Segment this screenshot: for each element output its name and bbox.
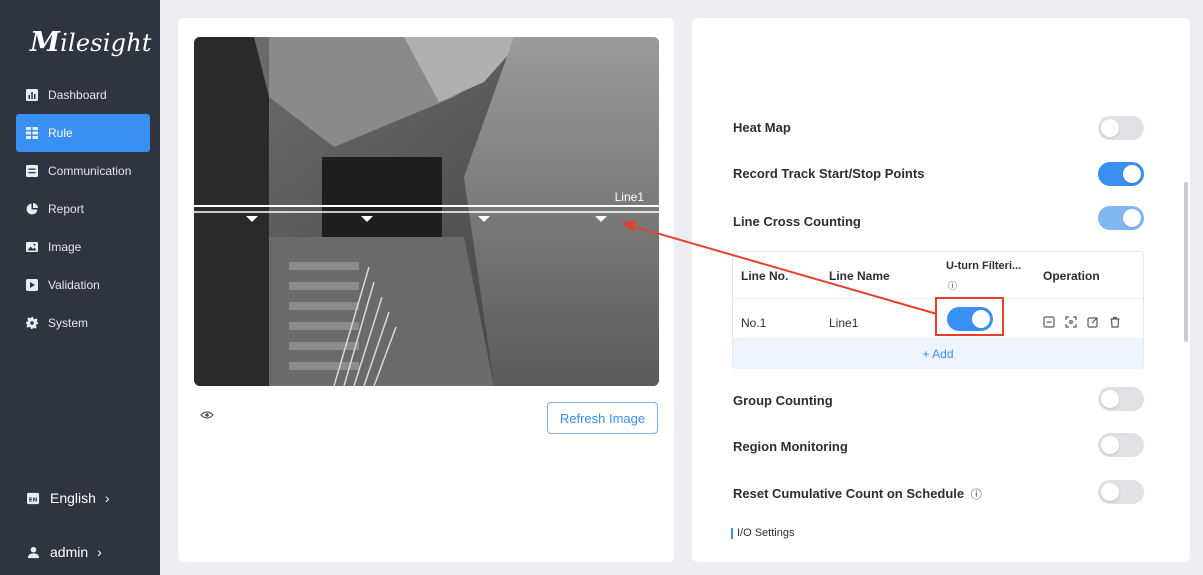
col-header-operation: Operation (1043, 269, 1100, 283)
camera-preview[interactable]: Line1 (194, 37, 659, 386)
settings-scrollbar[interactable] (1184, 182, 1188, 342)
io-settings-label: I/O Settings (737, 527, 795, 539)
user-label: admin (50, 544, 89, 560)
camera-image: Line1 (194, 37, 659, 386)
reset-cumulative-label: Reset Cumulative Count on Schedule ⓘ (733, 486, 982, 502)
sidebar-item-label: Validation (48, 278, 100, 292)
sidebar-item-rule[interactable]: Rule (16, 114, 150, 152)
region-monitoring-toggle[interactable] (1098, 433, 1144, 457)
sidebar-item-label: Rule (48, 126, 73, 140)
info-icon: ⓘ (970, 489, 982, 501)
sidebar-item-communication[interactable]: Communication (16, 152, 150, 190)
language-label: English (50, 490, 96, 506)
toggle-knob (1123, 209, 1141, 227)
validation-icon (26, 279, 38, 291)
line-overlay-label: Line1 (615, 190, 645, 204)
add-line-button[interactable]: + Add (733, 338, 1143, 369)
sidebar-item-label: Image (48, 240, 82, 254)
toggle-knob (1101, 390, 1119, 408)
image-icon (26, 241, 38, 253)
brand-logo: Milesight (30, 27, 152, 58)
group-counting-toggle[interactable] (1098, 387, 1144, 411)
refresh-image-button[interactable]: Refresh Image (547, 402, 658, 434)
svg-text:EN: EN (28, 497, 37, 503)
sidebar-item-image[interactable]: Image (16, 228, 150, 266)
language-icon: EN (26, 491, 40, 505)
heat-map-label: Heat Map (733, 120, 791, 135)
collapse-icon[interactable] (1043, 316, 1055, 328)
reset-cumulative-text: Reset Cumulative Count on Schedule (733, 486, 965, 501)
section-marker (731, 527, 733, 539)
cell-line-no: No.1 (741, 316, 767, 330)
communication-icon (26, 165, 38, 177)
dashboard-icon (26, 89, 38, 101)
delete-icon[interactable] (1109, 316, 1121, 328)
report-icon (26, 203, 38, 215)
toggle-knob (1123, 165, 1141, 183)
user-menu[interactable]: admin › (26, 544, 102, 560)
record-track-label: Record Track Start/Stop Points (733, 166, 925, 181)
line-cross-toggle[interactable] (1098, 206, 1144, 230)
heat-map-toggle[interactable] (1098, 116, 1144, 140)
io-settings-heading: I/O Settings (731, 527, 794, 539)
sidebar-item-system[interactable]: System (16, 304, 150, 342)
sidebar-nav: Dashboard Rule Communication Report Imag… (16, 76, 150, 342)
row-operations (1043, 316, 1121, 328)
toggle-knob (1101, 436, 1119, 454)
highlight-box (935, 297, 1004, 336)
group-counting-label: Group Counting (733, 393, 833, 408)
toggle-knob (1101, 483, 1119, 501)
col-header-uturn: U-turn Filteri... (946, 260, 1022, 272)
rule-icon (26, 127, 38, 139)
edit-icon[interactable] (1087, 316, 1099, 328)
col-header-line-no: Line No. (741, 269, 789, 283)
cell-line-name: Line1 (829, 316, 859, 330)
sidebar-item-label: Report (48, 202, 85, 216)
sidebar: Milesight Dashboard Rule Communication R… (0, 0, 160, 575)
chevron-right-icon: › (97, 544, 102, 560)
info-icon: ⓘ (948, 281, 958, 291)
sidebar-item-validation[interactable]: Validation (16, 266, 150, 304)
sidebar-item-report[interactable]: Report (16, 190, 150, 228)
user-icon (26, 545, 40, 559)
chevron-right-icon: › (104, 490, 110, 506)
col-header-line-name: Line Name (829, 269, 890, 283)
sidebar-item-label: System (48, 316, 89, 330)
gear-icon (26, 317, 38, 329)
sidebar-item-dashboard[interactable]: Dashboard (16, 76, 150, 114)
draw-region-icon[interactable] (1065, 316, 1077, 328)
brand-logo-text: ilesight (60, 29, 152, 57)
language-selector[interactable]: EN English › (26, 490, 110, 506)
toggle-knob (1101, 119, 1119, 137)
record-track-toggle[interactable] (1098, 162, 1144, 186)
reset-cumulative-toggle[interactable] (1098, 480, 1144, 504)
sidebar-item-label: Dashboard (48, 88, 107, 102)
eye-icon[interactable] (200, 407, 214, 419)
sidebar-item-label: Communication (48, 164, 132, 178)
region-monitoring-label: Region Monitoring (733, 439, 848, 454)
line-cross-label: Line Cross Counting (733, 214, 861, 229)
